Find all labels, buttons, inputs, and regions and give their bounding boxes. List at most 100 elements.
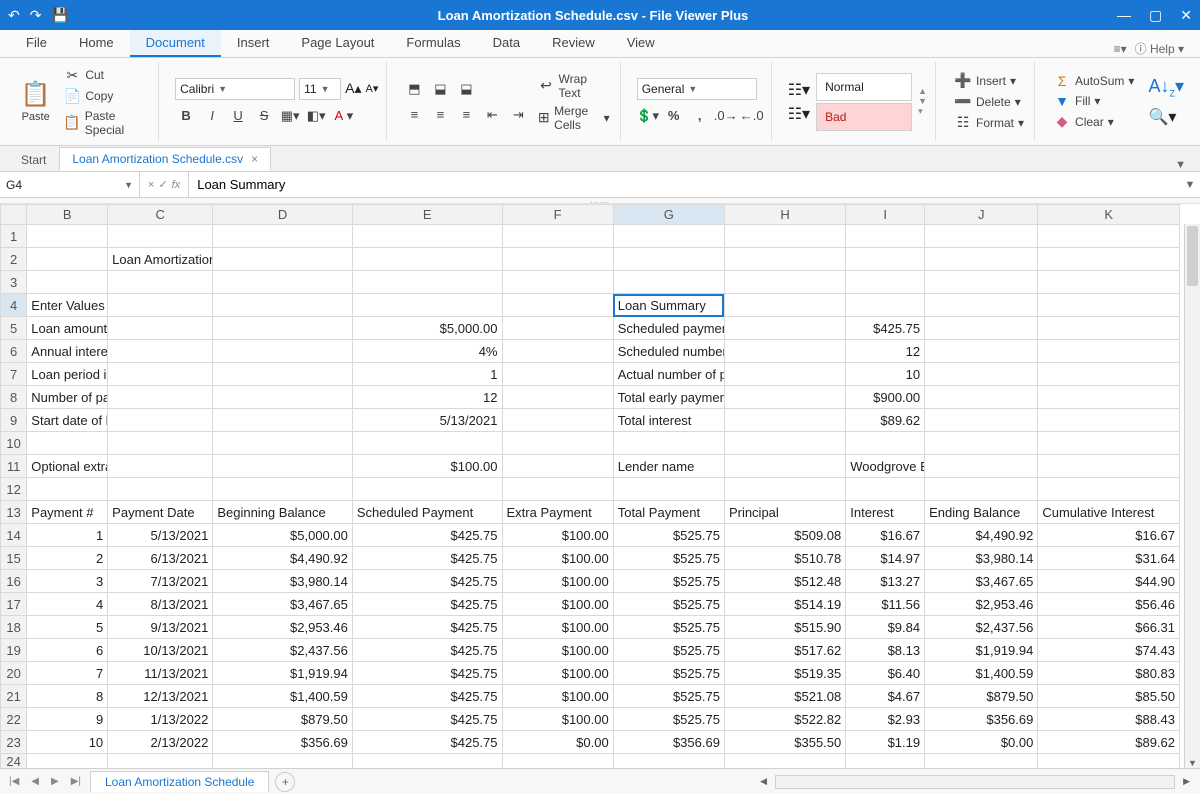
cell[interactable] (213, 432, 353, 455)
cell[interactable] (925, 432, 1038, 455)
cell[interactable]: $2.93 (846, 708, 925, 731)
cell[interactable] (108, 754, 213, 769)
cell[interactable]: $2,437.56 (213, 639, 353, 662)
ribbon-tab-page-layout[interactable]: Page Layout (285, 30, 390, 57)
cell[interactable] (213, 340, 353, 363)
cell[interactable]: $425.75 (352, 593, 502, 616)
cell[interactable]: $80.83 (1038, 662, 1180, 685)
cell[interactable]: Beginning Balance (213, 501, 353, 524)
italic-icon[interactable]: I (201, 106, 223, 126)
cell[interactable]: Total Payment (613, 501, 724, 524)
cell[interactable] (502, 386, 613, 409)
cell[interactable] (27, 754, 108, 769)
cell[interactable] (925, 478, 1038, 501)
increase-font-icon[interactable]: A▴ (345, 80, 361, 97)
cell[interactable]: Total interest (613, 409, 724, 432)
cell[interactable]: $3,980.14 (213, 570, 353, 593)
cell[interactable]: $522.82 (724, 708, 845, 731)
close-icon[interactable]: ✕ (1180, 7, 1192, 24)
cell[interactable]: Number of payments per year (27, 386, 108, 409)
cell[interactable]: 4% (352, 340, 502, 363)
cell[interactable]: Annual interest rate (27, 340, 108, 363)
cell[interactable] (213, 455, 353, 478)
cell[interactable]: $510.78 (724, 547, 845, 570)
cell[interactable] (724, 363, 845, 386)
cell[interactable]: $9.84 (846, 616, 925, 639)
cell[interactable] (925, 294, 1038, 317)
accept-formula-icon[interactable]: ✓ (158, 178, 167, 191)
cell[interactable] (613, 754, 724, 769)
cell[interactable]: $525.75 (613, 570, 724, 593)
cell[interactable]: $355.50 (724, 731, 845, 754)
help-button[interactable]: ⓘ Help ▾ (1135, 40, 1184, 57)
cell[interactable] (502, 225, 613, 248)
cell[interactable] (1038, 340, 1180, 363)
row-header[interactable]: 10 (1, 432, 27, 455)
cell[interactable] (925, 409, 1038, 432)
cell[interactable]: $8.13 (846, 639, 925, 662)
ribbon-tab-review[interactable]: Review (536, 30, 611, 57)
cell[interactable] (352, 294, 502, 317)
cell[interactable] (925, 225, 1038, 248)
styles-gallery-expand[interactable]: ▲▼▾ (918, 86, 927, 117)
cell-styles-icon[interactable]: ☷▾ (788, 104, 810, 124)
font-size-select[interactable]: 11▼ (299, 78, 341, 100)
underline-icon[interactable]: U (227, 106, 249, 126)
cell[interactable] (502, 317, 613, 340)
decrease-indent-icon[interactable]: ⇤ (481, 105, 503, 125)
cell[interactable] (925, 386, 1038, 409)
prev-sheet-icon[interactable]: ◀ (28, 776, 42, 787)
cell[interactable] (27, 271, 108, 294)
cell[interactable] (502, 363, 613, 386)
cell[interactable]: $425.75 (352, 731, 502, 754)
cell[interactable]: $66.31 (1038, 616, 1180, 639)
maximize-icon[interactable]: ▢ (1149, 7, 1162, 24)
cell[interactable]: $16.67 (846, 524, 925, 547)
font-color-icon[interactable]: A▾ (331, 106, 353, 126)
cell[interactable] (1038, 386, 1180, 409)
borders-icon[interactable]: ▦▾ (279, 106, 301, 126)
cell[interactable]: 4 (27, 593, 108, 616)
cell[interactable] (108, 409, 213, 432)
cell[interactable] (925, 455, 1038, 478)
cell[interactable] (108, 271, 213, 294)
decrease-decimal-icon[interactable]: ←.0 (741, 106, 763, 126)
increase-decimal-icon[interactable]: .0→ (715, 106, 737, 126)
cell[interactable] (502, 478, 613, 501)
cell[interactable] (846, 432, 925, 455)
cell[interactable]: 6/13/2021 (108, 547, 213, 570)
cell[interactable]: Interest (846, 501, 925, 524)
fill-button[interactable]: ▼Fill ▾ (1051, 92, 1136, 110)
cell[interactable]: Loan period in years (27, 363, 108, 386)
cell[interactable] (1038, 409, 1180, 432)
cell[interactable]: Woodgrove Bank (846, 455, 925, 478)
row-header[interactable]: 23 (1, 731, 27, 754)
cell[interactable]: 12 (352, 386, 502, 409)
bold-icon[interactable]: B (175, 106, 197, 126)
cell[interactable] (925, 363, 1038, 386)
cell[interactable]: $515.90 (724, 616, 845, 639)
name-box[interactable]: G4▼ (0, 172, 140, 197)
cell[interactable]: $89.62 (1038, 731, 1180, 754)
cell[interactable]: 1 (352, 363, 502, 386)
cell[interactable]: $13.27 (846, 570, 925, 593)
row-header[interactable]: 3 (1, 271, 27, 294)
column-header-K[interactable]: K (1038, 205, 1180, 225)
close-tab-icon[interactable]: × (251, 152, 258, 166)
ribbon-tab-view[interactable]: View (611, 30, 671, 57)
paste-special-button[interactable]: 📋Paste Special (61, 108, 150, 138)
cell[interactable]: 10/13/2021 (108, 639, 213, 662)
cell[interactable] (925, 754, 1038, 769)
font-name-select[interactable]: Calibri▼ (175, 78, 295, 100)
cell[interactable] (846, 225, 925, 248)
cell[interactable]: $0.00 (502, 731, 613, 754)
cell[interactable]: Ending Balance (925, 501, 1038, 524)
cell[interactable] (724, 317, 845, 340)
cell[interactable]: 1/13/2022 (108, 708, 213, 731)
cell[interactable]: 3 (27, 570, 108, 593)
cell[interactable]: Actual number of payments (613, 363, 724, 386)
decrease-font-icon[interactable]: A▾ (366, 82, 379, 95)
ribbon-options-icon[interactable]: ≡▾ (1114, 42, 1127, 56)
autosum-button[interactable]: ΣAutoSum ▾ (1051, 72, 1136, 90)
column-header-E[interactable]: E (352, 205, 502, 225)
